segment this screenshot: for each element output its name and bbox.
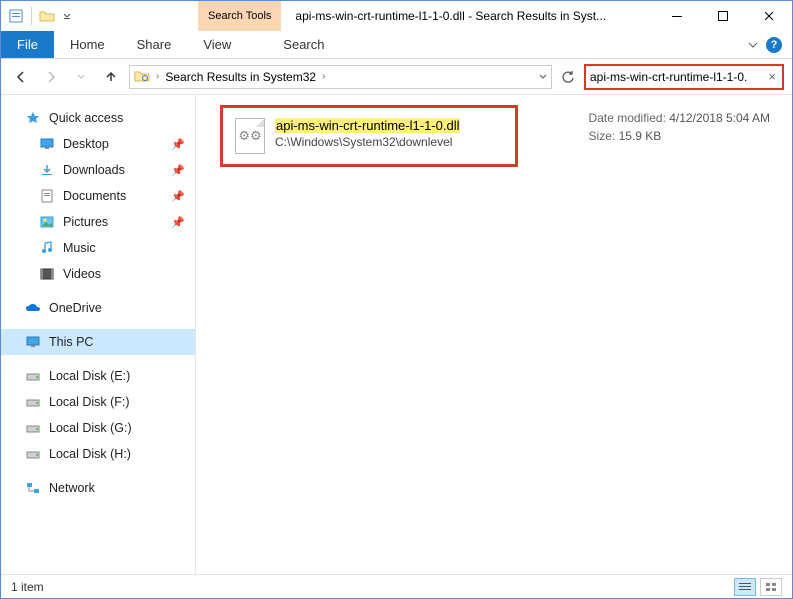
- sidebar-item-label: Local Disk (G:): [49, 421, 132, 435]
- pictures-icon: [39, 214, 55, 230]
- sidebar-item-label: Music: [63, 241, 96, 255]
- sidebar-drive-g[interactable]: Local Disk (G:): [1, 415, 195, 441]
- tab-share[interactable]: Share: [121, 31, 188, 58]
- sidebar-item-label: This PC: [49, 335, 93, 349]
- path-segment[interactable]: Search Results in System32: [165, 70, 316, 84]
- drive-icon: [25, 446, 41, 462]
- sidebar-item-label: Pictures: [63, 215, 108, 229]
- dll-file-icon: ⚙⚙: [235, 118, 265, 154]
- navigation-pane: Quick access Desktop 📌 Downloads 📌 Docum…: [1, 95, 196, 574]
- sidebar-this-pc[interactable]: This PC: [1, 329, 195, 355]
- close-button[interactable]: [746, 1, 792, 31]
- drive-icon: [25, 420, 41, 436]
- sidebar-item-music[interactable]: Music: [1, 235, 195, 261]
- ribbon-expand-icon[interactable]: [748, 40, 758, 50]
- tab-view[interactable]: View: [187, 31, 247, 58]
- sidebar-item-label: Network: [49, 481, 95, 495]
- size-label: Size:: [589, 129, 616, 143]
- network-icon: [25, 480, 41, 496]
- recent-dropdown-icon[interactable]: [69, 65, 93, 89]
- search-folder-icon: [134, 69, 150, 85]
- file-menu[interactable]: File: [1, 31, 54, 58]
- address-dropdown-icon[interactable]: [539, 73, 547, 81]
- pin-icon: 📌: [171, 216, 185, 229]
- new-folder-icon[interactable]: [36, 5, 58, 27]
- result-metadata: Date modified: 4/12/2018 5:04 AM Size: 1…: [589, 109, 770, 145]
- address-bar[interactable]: › Search Results in System32 ›: [129, 65, 552, 89]
- sidebar-item-label: Local Disk (F:): [49, 395, 130, 409]
- search-box[interactable]: ×: [584, 64, 784, 90]
- tab-home[interactable]: Home: [54, 31, 121, 58]
- sidebar-item-label: Quick access: [49, 111, 123, 125]
- search-input[interactable]: [590, 70, 766, 84]
- icons-view-button[interactable]: [760, 578, 782, 596]
- pin-icon: 📌: [171, 164, 185, 177]
- maximize-button[interactable]: [700, 1, 746, 31]
- sidebar-drive-f[interactable]: Local Disk (F:): [1, 389, 195, 415]
- details-view-button[interactable]: [734, 578, 756, 596]
- search-tools-tab[interactable]: Search Tools: [198, 1, 281, 31]
- sidebar-item-videos[interactable]: Videos: [1, 261, 195, 287]
- onedrive-icon: [25, 300, 41, 316]
- date-modified-value: 4/12/2018 5:04 AM: [669, 111, 770, 125]
- sidebar-network[interactable]: Network: [1, 475, 195, 501]
- pin-icon: 📌: [171, 138, 185, 151]
- sidebar-item-label: Downloads: [63, 163, 125, 177]
- sidebar-onedrive[interactable]: OneDrive: [1, 295, 195, 321]
- help-icon[interactable]: ?: [766, 37, 782, 53]
- downloads-icon: [39, 162, 55, 178]
- back-button[interactable]: [9, 65, 33, 89]
- result-path: C:\Windows\System32\downlevel: [275, 135, 460, 149]
- tab-search[interactable]: Search: [267, 31, 340, 58]
- date-modified-label: Date modified:: [589, 111, 666, 125]
- documents-icon: [39, 188, 55, 204]
- drive-icon: [25, 368, 41, 384]
- clear-search-icon[interactable]: ×: [766, 69, 778, 84]
- sidebar-item-desktop[interactable]: Desktop 📌: [1, 131, 195, 157]
- sidebar-item-label: Desktop: [63, 137, 109, 151]
- sidebar-drive-e[interactable]: Local Disk (E:): [1, 363, 195, 389]
- result-filename: api-ms-win-crt-runtime-l1-1-0.dll: [275, 118, 460, 133]
- sidebar-item-downloads[interactable]: Downloads 📌: [1, 157, 195, 183]
- drive-icon: [25, 394, 41, 410]
- sidebar-item-documents[interactable]: Documents 📌: [1, 183, 195, 209]
- sidebar-item-label: OneDrive: [49, 301, 102, 315]
- sidebar-item-label: Documents: [63, 189, 126, 203]
- sidebar-drive-h[interactable]: Local Disk (H:): [1, 441, 195, 467]
- videos-icon: [39, 266, 55, 282]
- qat-dropdown-icon[interactable]: [60, 5, 74, 27]
- properties-icon[interactable]: [5, 5, 27, 27]
- chevron-right-icon[interactable]: ›: [154, 71, 161, 82]
- minimize-button[interactable]: [654, 1, 700, 31]
- window-title: api-ms-win-crt-runtime-l1-1-0.dll - Sear…: [281, 1, 654, 31]
- desktop-icon: [39, 136, 55, 152]
- forward-button[interactable]: [39, 65, 63, 89]
- refresh-button[interactable]: [558, 67, 578, 87]
- music-icon: [39, 240, 55, 256]
- sidebar-item-label: Local Disk (E:): [49, 369, 130, 383]
- content-area: ⚙⚙ api-ms-win-crt-runtime-l1-1-0.dll C:\…: [196, 95, 792, 574]
- sidebar-item-label: Videos: [63, 267, 101, 281]
- search-result-item[interactable]: ⚙⚙ api-ms-win-crt-runtime-l1-1-0.dll C:\…: [220, 105, 518, 167]
- up-button[interactable]: [99, 65, 123, 89]
- sidebar-item-pictures[interactable]: Pictures 📌: [1, 209, 195, 235]
- size-value: 15.9 KB: [619, 129, 662, 143]
- sidebar-quick-access[interactable]: Quick access: [1, 105, 195, 131]
- this-pc-icon: [25, 334, 41, 350]
- status-item-count: 1 item: [11, 580, 44, 594]
- quick-access-icon: [25, 110, 41, 126]
- pin-icon: 📌: [171, 190, 185, 203]
- sidebar-item-label: Local Disk (H:): [49, 447, 131, 461]
- chevron-right-icon[interactable]: ›: [320, 71, 327, 82]
